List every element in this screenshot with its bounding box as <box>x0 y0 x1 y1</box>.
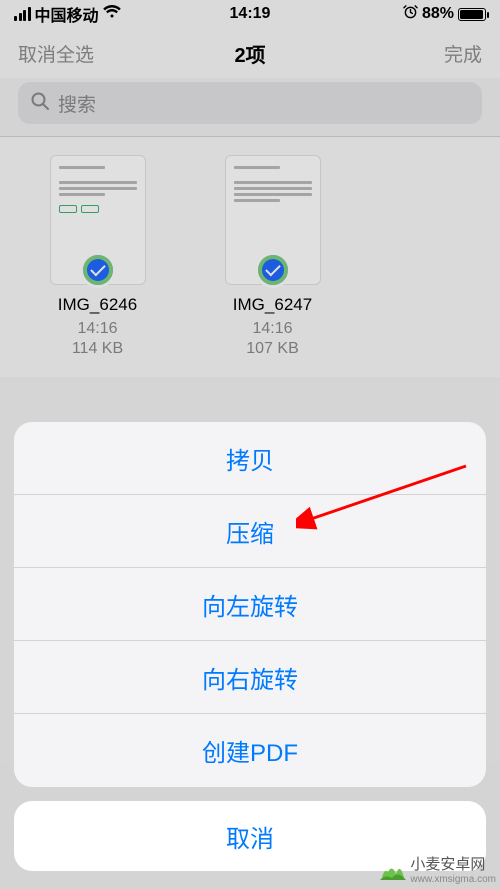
battery-icon <box>458 8 486 21</box>
file-time: 14:16 <box>205 319 340 339</box>
cancel-label: 取消 <box>226 819 274 854</box>
battery-pct: 88% <box>422 5 454 23</box>
done-button[interactable]: 完成 <box>343 40 482 67</box>
file-name: IMG_6247 <box>205 295 340 315</box>
file-thumbnail <box>50 155 146 285</box>
action-rotate-left[interactable]: 向左旋转 <box>14 568 486 641</box>
watermark-url: www.xmsigma.com <box>410 874 496 885</box>
checkmark-icon <box>80 252 116 288</box>
alarm-icon <box>403 4 418 24</box>
action-compress[interactable]: 压缩 <box>14 495 486 568</box>
search-icon <box>30 91 50 116</box>
status-bar: 中国移动 14:19 88% <box>0 0 500 28</box>
search-placeholder: 搜索 <box>58 90 96 117</box>
file-time: 14:16 <box>30 319 165 339</box>
deselect-all-button[interactable]: 取消全选 <box>18 40 157 67</box>
file-grid: IMG_6246 14:16 114 KB IMG_6247 14:16 107… <box>0 137 500 377</box>
checkmark-icon <box>255 252 291 288</box>
action-create-pdf[interactable]: 创建PDF <box>14 714 486 787</box>
action-sheet: 拷贝 压缩 向左旋转 向右旋转 创建PDF 取消 <box>14 422 486 871</box>
file-name: IMG_6246 <box>30 295 165 315</box>
action-copy[interactable]: 拷贝 <box>14 422 486 495</box>
signal-icon <box>14 7 31 21</box>
nav-bar: 取消全选 2项 完成 <box>0 28 500 78</box>
action-rotate-right[interactable]: 向右旋转 <box>14 641 486 714</box>
search-input[interactable]: 搜索 <box>18 82 482 124</box>
action-sheet-actions: 拷贝 压缩 向左旋转 向右旋转 创建PDF <box>14 422 486 787</box>
watermark-brand: 小麦安卓网 <box>410 853 496 874</box>
carrier-label: 中国移动 <box>35 2 99 26</box>
file-item[interactable]: IMG_6247 14:16 107 KB <box>205 155 340 359</box>
file-size: 114 KB <box>30 339 165 359</box>
watermark: 小麦安卓网 www.xmsigma.com <box>378 853 496 885</box>
page-title: 2项 <box>234 39 265 68</box>
file-item[interactable]: IMG_6246 14:16 114 KB <box>30 155 165 359</box>
file-thumbnail <box>225 155 321 285</box>
wifi-icon <box>103 5 121 24</box>
watermark-icon <box>378 854 408 884</box>
file-size: 107 KB <box>205 339 340 359</box>
